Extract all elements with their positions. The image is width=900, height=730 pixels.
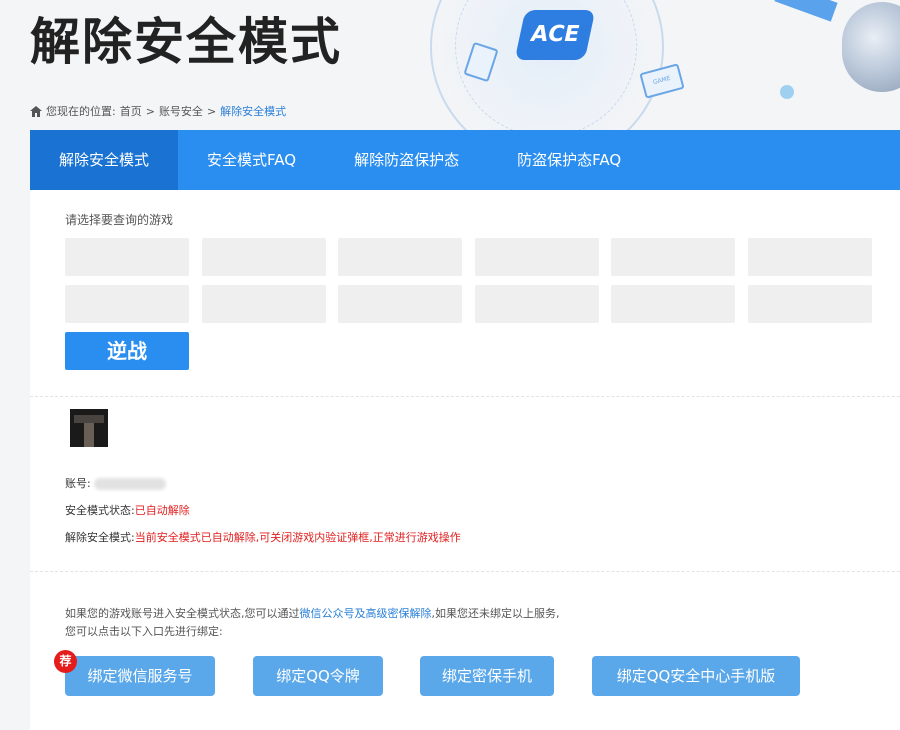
decorative-globe-image (842, 2, 900, 92)
status-label: 安全模式状态: (65, 504, 135, 517)
status-row: 安全模式状态:已自动解除 (65, 502, 190, 518)
game-option[interactable] (201, 285, 326, 323)
account-row: 账号: (65, 475, 167, 491)
tab-anti-theft-faq[interactable]: 防盗保护态FAQ (488, 130, 650, 190)
game-option[interactable] (338, 238, 463, 276)
game-option[interactable] (611, 285, 736, 323)
account-label: 账号: (65, 477, 91, 490)
game-option[interactable] (65, 285, 189, 323)
tab-bar: 解除安全模式 安全模式FAQ 解除防盗保护态 防盗保护态FAQ (30, 130, 900, 190)
game-option[interactable] (747, 238, 872, 276)
tab-unlock-safe-mode[interactable]: 解除安全模式 (30, 130, 179, 190)
section-divider (30, 571, 900, 572)
game-option[interactable] (747, 285, 872, 323)
game-option[interactable] (65, 238, 189, 276)
status-value: 已自动解除 (134, 504, 190, 517)
game-option[interactable] (474, 238, 599, 276)
bind-security-phone-button[interactable]: 绑定密保手机 (420, 656, 554, 696)
decorative-dot (780, 85, 794, 99)
nickname-blurred (123, 432, 185, 446)
selected-game-button[interactable]: 逆战 (65, 332, 189, 370)
main-panel: 解除安全模式 安全模式FAQ 解除防盗保护态 防盗保护态FAQ 请选择要查询的游… (30, 130, 900, 730)
breadcrumb-account-security-link[interactable]: 账号安全 (159, 103, 203, 119)
avatar (70, 409, 108, 447)
section-divider (30, 396, 900, 397)
game-select-prompt: 请选择要查询的游戏 (65, 213, 174, 227)
home-icon (30, 105, 42, 117)
game-grid (65, 238, 872, 323)
breadcrumb-current[interactable]: 解除安全模式 (220, 103, 286, 119)
decorative-arrow (774, 0, 838, 22)
game-option[interactable] (611, 238, 736, 276)
bind-qq-token-button[interactable]: 绑定QQ令牌 (253, 656, 383, 696)
unlock-value: 当前安全模式已自动解除,可关闭游戏内验证弹框,正常进行游戏操作 (134, 531, 461, 544)
breadcrumb-separator: > (206, 104, 217, 118)
recommend-badge: 荐 (54, 650, 77, 673)
game-option[interactable] (201, 238, 326, 276)
game-option[interactable] (338, 285, 463, 323)
bind-qq-security-app-button[interactable]: 绑定QQ安全中心手机版 (592, 656, 800, 696)
unlock-row: 解除安全模式:当前安全模式已自动解除,可关闭游戏内验证弹框,正常进行游戏操作 (65, 529, 461, 545)
binding-buttons: 荐 绑定微信服务号 绑定QQ令牌 绑定密保手机 绑定QQ安全中心手机版 (54, 650, 825, 696)
game-option[interactable] (474, 285, 599, 323)
tab-unlock-anti-theft[interactable]: 解除防盗保护态 (325, 130, 488, 190)
binding-description: 如果您的游戏账号进入安全模式状态,您可以通过微信公众号及高级密保解除,如果您还未… (65, 605, 560, 641)
tab-safe-mode-faq[interactable]: 安全模式FAQ (178, 130, 325, 190)
breadcrumb-separator: > (145, 104, 155, 118)
breadcrumb-prefix: 您现在的位置: (46, 105, 116, 118)
account-value-blurred (94, 478, 167, 490)
bind-wechat-label: 绑定微信服务号 (87, 667, 193, 685)
ace-logo: ACE (514, 10, 596, 60)
page-header: ACE GAME 解除安全模式 您现在的位置: 首页 > 账号安全 > 解除安全… (0, 0, 900, 130)
unlock-label: 解除安全模式: (65, 531, 135, 544)
page-title: 解除安全模式 (30, 13, 342, 71)
binding-text-link[interactable]: 微信公众号及高级密保解除 (300, 607, 432, 620)
binding-text-before: 如果您的游戏账号进入安全模式状态,您可以通过 (65, 607, 300, 620)
binding-text-after: ,如果您还未绑定以上服务, (431, 607, 560, 620)
breadcrumb-home-link[interactable]: 首页 (120, 103, 142, 119)
bind-wechat-button[interactable]: 荐 绑定微信服务号 (54, 650, 215, 696)
binding-text-line2: 您可以点击以下入口先进行绑定: (65, 625, 223, 638)
breadcrumb: 您现在的位置: 首页 > 账号安全 > 解除安全模式 (30, 103, 286, 119)
